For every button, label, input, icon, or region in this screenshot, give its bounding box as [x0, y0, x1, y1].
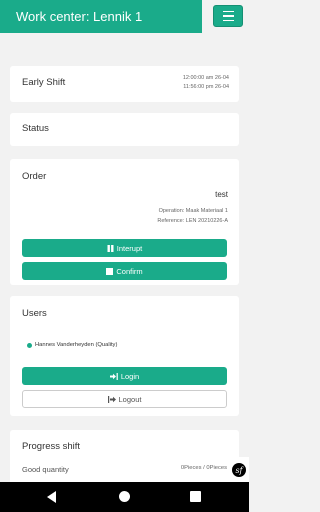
android-nav-bar — [0, 482, 249, 512]
menu-toggle-button[interactable] — [213, 5, 243, 27]
confirm-button[interactable]: Confirm — [22, 262, 227, 280]
sign-out-icon — [107, 395, 116, 403]
users-card: Users Hannes Vanderheyden (Quality) Logi… — [10, 296, 239, 416]
recent-apps-icon[interactable] — [190, 491, 201, 502]
shift-card: Early Shift 12:00:00 am 26-04 11:56:00 p… — [10, 66, 239, 102]
shift-start-time: 12:00:00 am 26-04 — [182, 75, 229, 81]
progress-card: Progress shift Good quantity 0Pieces / 0… — [10, 430, 239, 490]
confirm-label: Confirm — [116, 266, 143, 276]
page-title: Work center: Lennik 1 — [0, 0, 202, 33]
logout-label: Logout — [118, 394, 142, 404]
progress-title: Progress shift — [22, 441, 81, 452]
user-status-dot — [27, 342, 32, 348]
app-header: Work center: Lennik 1 — [0, 0, 249, 33]
assistant-badge[interactable]: sf — [229, 457, 249, 483]
order-operation: Operation: Maak Materiaal 1 — [158, 208, 228, 214]
good-quantity-value: 0Pieces / 0Pieces — [180, 465, 227, 471]
order-name: test — [215, 190, 228, 199]
order-card: Order test Operation: Maak Materiaal 1 R… — [10, 159, 239, 285]
shift-end-time: 11:56:00 pm 26-04 — [183, 84, 229, 90]
order-reference: Reference: LEN 20210226-A — [157, 218, 228, 224]
user-list-item: Hannes Vanderheyden (Quality) — [27, 342, 117, 348]
login-label: Login — [120, 371, 140, 381]
good-quantity-label: Good quantity — [22, 465, 69, 474]
pause-icon — [107, 244, 114, 252]
sf-logo-icon: sf — [232, 463, 246, 477]
status-card: Status — [10, 113, 239, 146]
login-button[interactable]: Login — [22, 367, 227, 385]
interrupt-button[interactable]: Interupt — [22, 239, 227, 257]
stop-icon — [106, 267, 114, 275]
user-name: Hannes Vanderheyden (Quality) — [35, 342, 118, 348]
shift-times: 12:00:00 am 26-04 11:56:00 pm 26-04 — [183, 74, 229, 92]
shift-name: Early Shift — [22, 77, 66, 88]
logout-button[interactable]: Logout — [22, 390, 227, 408]
order-title: Order — [22, 171, 47, 182]
sign-in-icon — [109, 372, 118, 380]
hamburger-icon — [222, 10, 234, 13]
interrupt-label: Interupt — [116, 243, 143, 253]
order-meta: Operation: Maak Materiaal 1 Reference: L… — [157, 206, 228, 226]
home-icon[interactable] — [119, 491, 130, 502]
status-title: Status — [22, 123, 49, 134]
users-title: Users — [22, 308, 47, 319]
back-icon[interactable] — [47, 491, 56, 503]
